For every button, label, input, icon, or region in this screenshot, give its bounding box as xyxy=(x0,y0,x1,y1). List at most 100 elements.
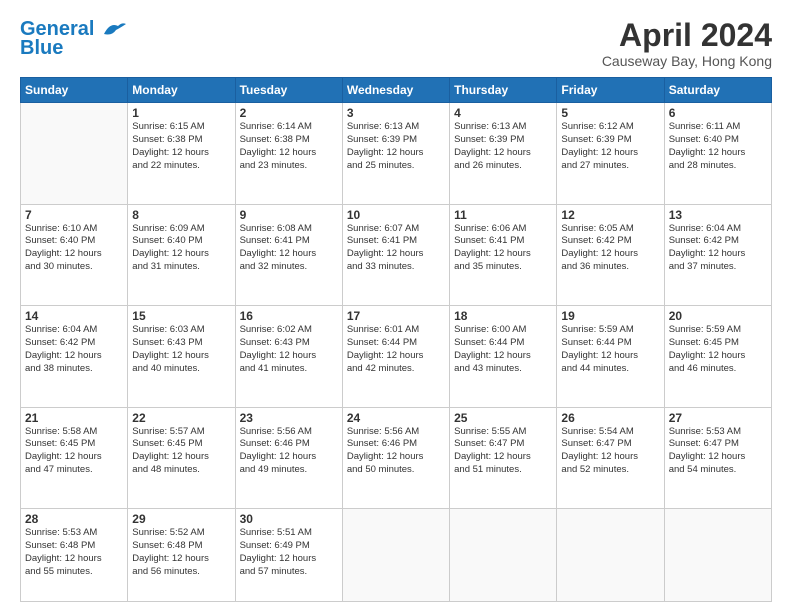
calendar-cell: 26Sunrise: 5:54 AMSunset: 6:47 PMDayligh… xyxy=(557,407,664,508)
day-number: 9 xyxy=(240,208,338,222)
day-info: Sunrise: 5:58 AMSunset: 6:45 PMDaylight:… xyxy=(25,426,123,477)
day-number: 10 xyxy=(347,208,445,222)
calendar-cell: 1Sunrise: 6:15 AMSunset: 6:38 PMDaylight… xyxy=(128,103,235,204)
calendar-header-row: Sunday Monday Tuesday Wednesday Thursday… xyxy=(21,78,772,103)
col-tuesday: Tuesday xyxy=(235,78,342,103)
day-info: Sunrise: 5:59 AMSunset: 6:44 PMDaylight:… xyxy=(561,324,659,375)
calendar-cell: 21Sunrise: 5:58 AMSunset: 6:45 PMDayligh… xyxy=(21,407,128,508)
month-title: April 2024 xyxy=(602,18,772,53)
day-number: 22 xyxy=(132,411,230,425)
calendar-cell: 5Sunrise: 6:12 AMSunset: 6:39 PMDaylight… xyxy=(557,103,664,204)
day-number: 26 xyxy=(561,411,659,425)
day-info: Sunrise: 5:53 AMSunset: 6:48 PMDaylight:… xyxy=(25,527,123,578)
day-info: Sunrise: 5:51 AMSunset: 6:49 PMDaylight:… xyxy=(240,527,338,578)
col-wednesday: Wednesday xyxy=(342,78,449,103)
day-info: Sunrise: 5:52 AMSunset: 6:48 PMDaylight:… xyxy=(132,527,230,578)
col-thursday: Thursday xyxy=(450,78,557,103)
day-info: Sunrise: 6:05 AMSunset: 6:42 PMDaylight:… xyxy=(561,223,659,274)
calendar-cell: 17Sunrise: 6:01 AMSunset: 6:44 PMDayligh… xyxy=(342,306,449,407)
day-number: 13 xyxy=(669,208,767,222)
day-info: Sunrise: 6:14 AMSunset: 6:38 PMDaylight:… xyxy=(240,121,338,172)
day-number: 11 xyxy=(454,208,552,222)
day-number: 6 xyxy=(669,106,767,120)
day-info: Sunrise: 6:13 AMSunset: 6:39 PMDaylight:… xyxy=(454,121,552,172)
day-number: 2 xyxy=(240,106,338,120)
calendar-cell: 24Sunrise: 5:56 AMSunset: 6:46 PMDayligh… xyxy=(342,407,449,508)
day-number: 7 xyxy=(25,208,123,222)
day-number: 17 xyxy=(347,309,445,323)
calendar-cell: 14Sunrise: 6:04 AMSunset: 6:42 PMDayligh… xyxy=(21,306,128,407)
calendar-cell xyxy=(450,509,557,602)
location: Causeway Bay, Hong Kong xyxy=(602,53,772,69)
day-info: Sunrise: 6:11 AMSunset: 6:40 PMDaylight:… xyxy=(669,121,767,172)
calendar-cell: 30Sunrise: 5:51 AMSunset: 6:49 PMDayligh… xyxy=(235,509,342,602)
calendar-cell: 6Sunrise: 6:11 AMSunset: 6:40 PMDaylight… xyxy=(664,103,771,204)
calendar-cell: 2Sunrise: 6:14 AMSunset: 6:38 PMDaylight… xyxy=(235,103,342,204)
calendar-cell: 12Sunrise: 6:05 AMSunset: 6:42 PMDayligh… xyxy=(557,204,664,305)
day-number: 23 xyxy=(240,411,338,425)
calendar-cell: 13Sunrise: 6:04 AMSunset: 6:42 PMDayligh… xyxy=(664,204,771,305)
day-number: 8 xyxy=(132,208,230,222)
calendar-cell: 9Sunrise: 6:08 AMSunset: 6:41 PMDaylight… xyxy=(235,204,342,305)
col-monday: Monday xyxy=(128,78,235,103)
calendar-cell: 19Sunrise: 5:59 AMSunset: 6:44 PMDayligh… xyxy=(557,306,664,407)
day-info: Sunrise: 6:12 AMSunset: 6:39 PMDaylight:… xyxy=(561,121,659,172)
day-info: Sunrise: 6:03 AMSunset: 6:43 PMDaylight:… xyxy=(132,324,230,375)
day-info: Sunrise: 6:13 AMSunset: 6:39 PMDaylight:… xyxy=(347,121,445,172)
header: General Blue April 2024 Causeway Bay, Ho… xyxy=(20,18,772,69)
day-number: 19 xyxy=(561,309,659,323)
col-saturday: Saturday xyxy=(664,78,771,103)
day-number: 3 xyxy=(347,106,445,120)
day-number: 27 xyxy=(669,411,767,425)
day-number: 25 xyxy=(454,411,552,425)
calendar-cell: 18Sunrise: 6:00 AMSunset: 6:44 PMDayligh… xyxy=(450,306,557,407)
day-number: 15 xyxy=(132,309,230,323)
calendar-cell: 4Sunrise: 6:13 AMSunset: 6:39 PMDaylight… xyxy=(450,103,557,204)
title-area: April 2024 Causeway Bay, Hong Kong xyxy=(602,18,772,69)
day-info: Sunrise: 6:06 AMSunset: 6:41 PMDaylight:… xyxy=(454,223,552,274)
day-number: 4 xyxy=(454,106,552,120)
calendar-cell: 7Sunrise: 6:10 AMSunset: 6:40 PMDaylight… xyxy=(21,204,128,305)
logo: General Blue xyxy=(20,18,128,60)
calendar-cell xyxy=(21,103,128,204)
day-info: Sunrise: 6:04 AMSunset: 6:42 PMDaylight:… xyxy=(669,223,767,274)
day-number: 16 xyxy=(240,309,338,323)
day-number: 12 xyxy=(561,208,659,222)
day-info: Sunrise: 6:04 AMSunset: 6:42 PMDaylight:… xyxy=(25,324,123,375)
day-info: Sunrise: 5:59 AMSunset: 6:45 PMDaylight:… xyxy=(669,324,767,375)
calendar-cell: 25Sunrise: 5:55 AMSunset: 6:47 PMDayligh… xyxy=(450,407,557,508)
calendar-cell: 22Sunrise: 5:57 AMSunset: 6:45 PMDayligh… xyxy=(128,407,235,508)
day-info: Sunrise: 6:15 AMSunset: 6:38 PMDaylight:… xyxy=(132,121,230,172)
day-info: Sunrise: 6:02 AMSunset: 6:43 PMDaylight:… xyxy=(240,324,338,375)
calendar-cell: 15Sunrise: 6:03 AMSunset: 6:43 PMDayligh… xyxy=(128,306,235,407)
day-number: 24 xyxy=(347,411,445,425)
day-info: Sunrise: 5:56 AMSunset: 6:46 PMDaylight:… xyxy=(347,426,445,477)
calendar-cell: 10Sunrise: 6:07 AMSunset: 6:41 PMDayligh… xyxy=(342,204,449,305)
calendar-cell: 28Sunrise: 5:53 AMSunset: 6:48 PMDayligh… xyxy=(21,509,128,602)
calendar-table: Sunday Monday Tuesday Wednesday Thursday… xyxy=(20,77,772,602)
day-number: 20 xyxy=(669,309,767,323)
calendar-cell xyxy=(557,509,664,602)
day-info: Sunrise: 5:55 AMSunset: 6:47 PMDaylight:… xyxy=(454,426,552,477)
col-sunday: Sunday xyxy=(21,78,128,103)
logo-bird-icon xyxy=(102,20,128,40)
day-number: 14 xyxy=(25,309,123,323)
calendar-cell: 16Sunrise: 6:02 AMSunset: 6:43 PMDayligh… xyxy=(235,306,342,407)
logo-blue-text: Blue xyxy=(20,37,63,60)
day-number: 18 xyxy=(454,309,552,323)
day-info: Sunrise: 6:09 AMSunset: 6:40 PMDaylight:… xyxy=(132,223,230,274)
day-info: Sunrise: 5:54 AMSunset: 6:47 PMDaylight:… xyxy=(561,426,659,477)
day-number: 1 xyxy=(132,106,230,120)
calendar-cell xyxy=(342,509,449,602)
day-info: Sunrise: 6:01 AMSunset: 6:44 PMDaylight:… xyxy=(347,324,445,375)
day-number: 5 xyxy=(561,106,659,120)
calendar-cell: 8Sunrise: 6:09 AMSunset: 6:40 PMDaylight… xyxy=(128,204,235,305)
day-number: 28 xyxy=(25,512,123,526)
calendar-cell: 23Sunrise: 5:56 AMSunset: 6:46 PMDayligh… xyxy=(235,407,342,508)
calendar-cell: 29Sunrise: 5:52 AMSunset: 6:48 PMDayligh… xyxy=(128,509,235,602)
day-info: Sunrise: 6:08 AMSunset: 6:41 PMDaylight:… xyxy=(240,223,338,274)
day-info: Sunrise: 5:56 AMSunset: 6:46 PMDaylight:… xyxy=(240,426,338,477)
col-friday: Friday xyxy=(557,78,664,103)
day-number: 29 xyxy=(132,512,230,526)
day-number: 30 xyxy=(240,512,338,526)
